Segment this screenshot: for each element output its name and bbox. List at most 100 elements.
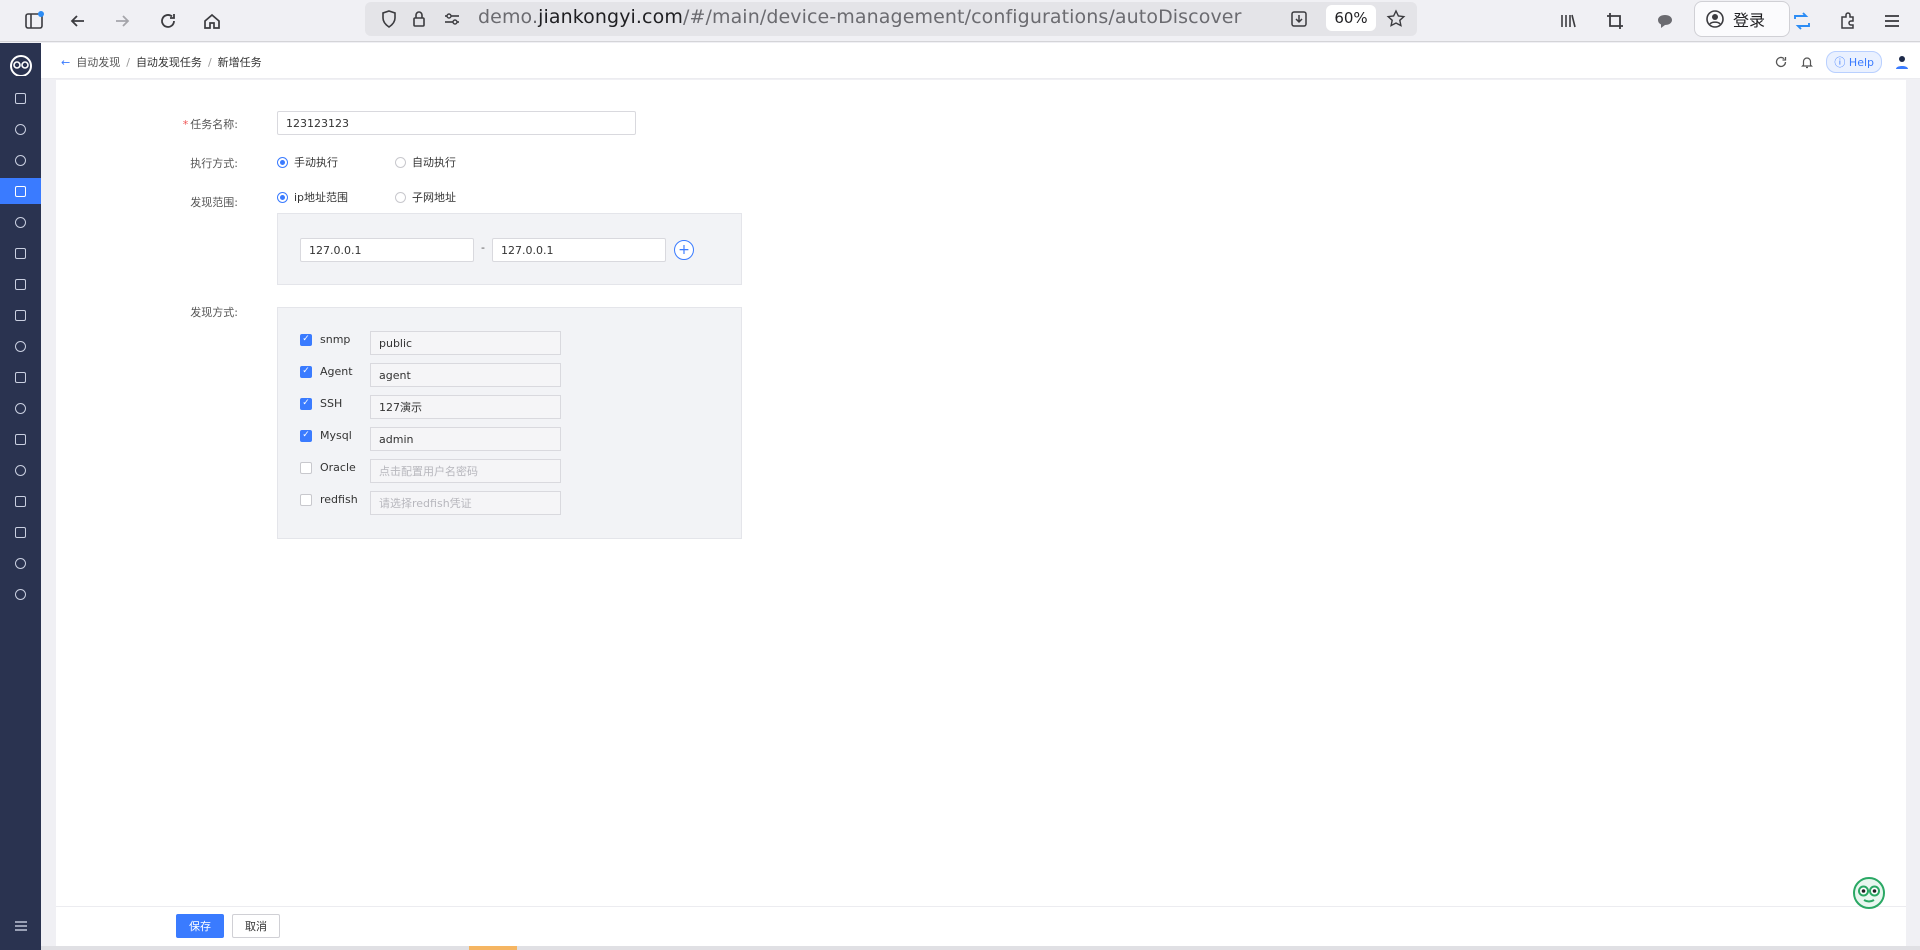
bookmark-star-icon[interactable] xyxy=(1382,5,1410,33)
method-label: 发现方式: xyxy=(190,306,238,319)
radio-checked-icon xyxy=(277,191,288,203)
method-ssh-checkbox[interactable]: ✓ SSH xyxy=(300,397,342,410)
breadcrumb-separator: / xyxy=(207,55,212,69)
app-logo-icon[interactable] xyxy=(0,50,41,80)
cancel-button[interactable]: 取消 xyxy=(232,914,280,938)
checkbox-checked-icon: ✓ xyxy=(300,365,312,378)
chat-icon[interactable] xyxy=(1651,7,1679,35)
breadcrumb-item-new-task: 新增任务 xyxy=(217,56,262,69)
sidebar-topology-icon[interactable] xyxy=(0,271,41,297)
ip-end-input[interactable]: 127.0.0.1 xyxy=(492,238,666,262)
snmp-credential-input[interactable]: public xyxy=(370,331,561,355)
reload-icon[interactable] xyxy=(154,7,182,35)
menu-collapse-icon[interactable] xyxy=(0,913,41,939)
login-button[interactable]: 登录 xyxy=(1694,1,1790,37)
sidebar-document-icon[interactable] xyxy=(0,364,41,390)
shield-icon[interactable] xyxy=(375,5,403,33)
app-header: ← 自动发现 / 自动发现任务 / 新增任务 ⓘ Help xyxy=(41,43,1920,79)
method-agent-checkbox[interactable]: ✓ Agent xyxy=(300,365,353,378)
help-button[interactable]: ⓘ Help xyxy=(1826,51,1882,73)
sidebar-network-icon[interactable] xyxy=(0,457,41,483)
url-text[interactable]: demo.jiankongyi.com/#/main/device-manage… xyxy=(478,6,1242,28)
ip-start-input[interactable]: 127.0.0.1 xyxy=(300,238,474,262)
breadcrumb-separator: / xyxy=(126,55,130,69)
sidebar-devices-icon[interactable] xyxy=(0,178,41,204)
bell-icon[interactable] xyxy=(1800,55,1814,69)
checkbox-checked-icon: ✓ xyxy=(300,333,312,346)
scrollbar-thumb[interactable] xyxy=(469,946,517,950)
mysql-credential-input[interactable]: admin xyxy=(370,427,561,451)
exec-mode-label: 执行方式: xyxy=(190,157,238,170)
method-oracle-checkbox[interactable]: Oracle xyxy=(300,461,356,474)
extensions-icon[interactable] xyxy=(1834,7,1862,35)
oracle-credential-input[interactable]: 点击配置用户名密码 xyxy=(370,459,561,483)
task-name-input[interactable]: 123123123 xyxy=(277,111,636,135)
account-icon xyxy=(1706,10,1724,28)
sidebar-dashboard-icon[interactable] xyxy=(0,85,41,111)
discovery-method-panel: ✓ snmp public ✓ Agent agent ✓ SSH 127演示 ✓ My… xyxy=(277,307,742,539)
header-actions: ⓘ Help xyxy=(1774,51,1910,73)
sidebar-settings-icon[interactable] xyxy=(0,581,41,607)
sidebar-alarm-icon[interactable] xyxy=(0,209,41,235)
breadcrumb-item-tasks[interactable]: 自动发现任务 xyxy=(136,54,202,70)
method-mysql-checkbox[interactable]: ✓ Mysql xyxy=(300,429,352,442)
permissions-icon[interactable] xyxy=(438,5,466,33)
sidebar-screen-icon[interactable] xyxy=(0,426,41,452)
form-footer: 保存 取消 xyxy=(56,906,1906,950)
agent-credential-input[interactable]: agent xyxy=(370,363,561,387)
breadcrumb: ← 自动发现 / 自动发现任务 / 新增任务 xyxy=(61,54,262,70)
sidebar-globe-icon[interactable] xyxy=(0,333,41,359)
library-icon[interactable] xyxy=(1554,7,1582,35)
ip-range-panel: 127.0.0.1 - 127.0.0.1 + xyxy=(277,213,742,285)
arrow-left-icon[interactable]: ← xyxy=(61,56,70,69)
add-range-button[interactable]: + xyxy=(674,240,694,260)
breadcrumb-item-auto-discover[interactable]: 自动发现 xyxy=(76,54,120,70)
login-label: 登录 xyxy=(1733,11,1766,30)
checkbox-unchecked-icon xyxy=(300,461,312,474)
method-snmp-checkbox[interactable]: ✓ snmp xyxy=(300,333,350,346)
app-sidebar xyxy=(0,43,41,950)
save-button[interactable]: 保存 xyxy=(176,914,224,938)
lock-icon[interactable] xyxy=(405,5,433,33)
task-name-label: * 任务名称: xyxy=(182,118,238,131)
back-icon[interactable] xyxy=(64,7,92,35)
checkbox-unchecked-icon xyxy=(300,493,312,506)
sidebar-toggle-icon[interactable] xyxy=(20,7,48,35)
user-avatar-icon[interactable] xyxy=(1894,54,1910,70)
sync-icon[interactable] xyxy=(1788,7,1816,35)
refresh-icon[interactable] xyxy=(1774,55,1788,69)
scope-label: 发现范围: xyxy=(190,196,238,209)
forward-icon[interactable] xyxy=(108,7,136,35)
sidebar-report-icon[interactable] xyxy=(0,488,41,514)
browser-toolbar: demo.jiankongyi.com/#/main/device-manage… xyxy=(0,0,1920,42)
exec-manual-radio[interactable]: 手动执行 xyxy=(277,154,338,170)
zoom-level[interactable]: 60% xyxy=(1326,5,1376,31)
radio-unchecked-icon xyxy=(395,191,406,203)
assistant-robot-icon[interactable] xyxy=(1852,876,1886,910)
home-icon[interactable] xyxy=(198,7,226,35)
crop-icon[interactable] xyxy=(1601,7,1629,35)
radio-checked-icon xyxy=(277,156,288,168)
plus-icon: + xyxy=(678,242,690,258)
method-redfish-checkbox[interactable]: redfish xyxy=(300,493,358,506)
sidebar-list-icon[interactable] xyxy=(0,302,41,328)
checkbox-checked-icon: ✓ xyxy=(300,429,312,442)
download-page-icon[interactable] xyxy=(1285,5,1313,33)
scope-ip-range-radio[interactable]: ip地址范围 xyxy=(277,189,348,205)
sidebar-monitor-icon[interactable] xyxy=(0,395,41,421)
redfish-credential-select[interactable]: 请选择redfish凭证 xyxy=(370,491,561,515)
sidebar-bell-icon[interactable] xyxy=(0,147,41,173)
sidebar-clock-icon[interactable] xyxy=(0,116,41,142)
exec-auto-radio[interactable]: 自动执行 xyxy=(395,154,456,170)
ip-range-dash: - xyxy=(481,241,485,254)
menu-icon[interactable] xyxy=(1878,7,1906,35)
main-content: * 任务名称: 123123123 执行方式: 手动执行 自动执行 发现范围: i… xyxy=(56,80,1906,950)
ssh-credential-input[interactable]: 127演示 xyxy=(370,395,561,419)
scope-subnet-radio[interactable]: 子网地址 xyxy=(395,189,456,205)
horizontal-scrollbar[interactable] xyxy=(41,946,1920,950)
checkbox-checked-icon: ✓ xyxy=(300,397,312,410)
sidebar-stats-icon[interactable] xyxy=(0,519,41,545)
sidebar-chart-icon[interactable] xyxy=(0,240,41,266)
radio-unchecked-icon xyxy=(395,156,406,168)
sidebar-cloud-icon[interactable] xyxy=(0,550,41,576)
